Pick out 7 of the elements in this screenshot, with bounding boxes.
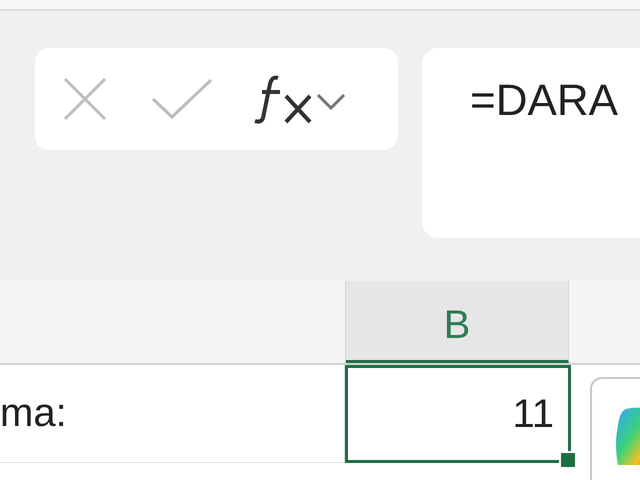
function-icon[interactable] bbox=[252, 74, 314, 124]
check-icon[interactable] bbox=[150, 77, 214, 121]
column-header[interactable]: B bbox=[346, 281, 569, 363]
fill-handle[interactable] bbox=[559, 451, 577, 469]
formula-input-field[interactable]: =DARA bbox=[422, 48, 640, 238]
chevron-down-icon[interactable] bbox=[316, 93, 346, 111]
table-cell[interactable]: ma: bbox=[0, 365, 345, 463]
